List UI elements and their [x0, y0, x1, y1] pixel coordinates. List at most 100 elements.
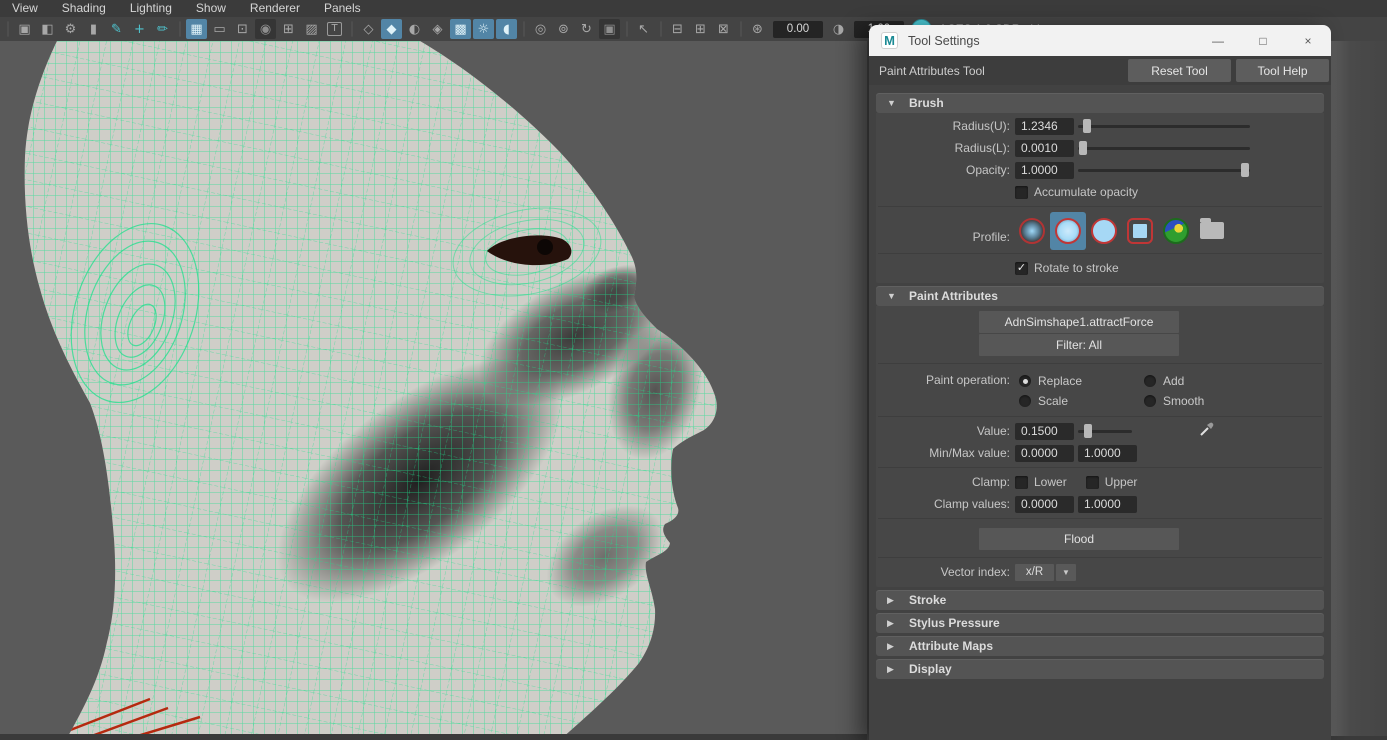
chevron-down-icon: ▼	[887, 291, 897, 301]
soft-icon	[1055, 218, 1081, 244]
radio-replace[interactable]: Replace	[1019, 374, 1144, 388]
soft-profile-button[interactable]	[1050, 212, 1086, 250]
flood-button[interactable]: Flood	[979, 528, 1179, 550]
square-profile-button[interactable]	[1122, 212, 1158, 250]
eyedropper-icon[interactable]	[1198, 420, 1216, 438]
opacity-slider[interactable]	[1078, 163, 1250, 177]
wireframe-mode-icon[interactable]: ◇	[358, 19, 379, 39]
solid-profile-button[interactable]	[1086, 212, 1122, 250]
isolate-select-icon[interactable]: ⊟	[667, 19, 688, 39]
image-plane-icon-glyph: ▨	[305, 22, 317, 37]
bookmark-icon[interactable]: ▮	[83, 19, 104, 39]
menu-show[interactable]: Show	[184, 0, 238, 17]
window-titlebar[interactable]: M Tool Settings — □ ×	[869, 25, 1331, 56]
menu-panels[interactable]: Panels	[312, 0, 373, 17]
radius-u-slider[interactable]	[1078, 119, 1250, 133]
menu-renderer[interactable]: Renderer	[238, 0, 312, 17]
brush-tool-icon[interactable]: ✎	[106, 19, 127, 39]
exposure-icon[interactable]: ⊛	[747, 19, 768, 39]
shadows-icon[interactable]: ◖	[496, 19, 517, 39]
ao-icon[interactable]: ◎	[530, 19, 551, 39]
use-all-lights-icon[interactable]: ▩	[450, 19, 471, 39]
menu-shading[interactable]: Shading	[50, 0, 118, 17]
camera-settings-icon-glyph: ⚙	[65, 22, 77, 37]
radio-add[interactable]: Add	[1144, 374, 1274, 388]
brush-content: Radius(U): 1.2346 Radius(L): 0.0010 Opac…	[876, 113, 1324, 283]
max-value-field[interactable]: 1.0000	[1078, 445, 1137, 462]
radius-l-field[interactable]: 0.0010	[1015, 140, 1074, 157]
pen-tool-icon[interactable]: ✏	[152, 19, 173, 39]
browse-profile-button[interactable]	[1194, 212, 1230, 250]
opacity-field[interactable]: 1.0000	[1015, 162, 1074, 179]
filter-button[interactable]: Filter: All	[979, 334, 1179, 356]
exposure-field[interactable]: 0.00	[773, 21, 823, 38]
section-stylus-pressure[interactable]: ▶Stylus Pressure	[876, 613, 1324, 633]
opacity-label: Opacity:	[876, 163, 1010, 177]
menu-lighting[interactable]: Lighting	[118, 0, 184, 17]
menu-bar: ViewShadingLightingShowRendererPanels	[0, 0, 1387, 17]
radio-smooth[interactable]: Smooth	[1144, 394, 1274, 408]
wireframe-mode-icon-glyph: ◇	[364, 22, 374, 37]
camera-icon[interactable]: ▣	[14, 19, 35, 39]
radius-u-field[interactable]: 1.2346	[1015, 118, 1074, 135]
shadows-icon-glyph: ◖	[503, 22, 510, 37]
camera-lock-icon[interactable]: ◧	[37, 19, 58, 39]
motion-blur-icon[interactable]: ⊚	[553, 19, 574, 39]
pan-zoom-tool-icon[interactable]: +	[129, 19, 150, 39]
camera-settings-icon[interactable]: ⚙	[60, 19, 81, 39]
vector-index-dropdown[interactable]: x/R	[1015, 564, 1054, 581]
menu-view[interactable]: View	[0, 0, 50, 17]
min-value-field[interactable]: 0.0000	[1015, 445, 1074, 462]
attribute-select-button[interactable]: AdnSimshape1.attractForce	[979, 311, 1179, 333]
resolution-gate-icon[interactable]: ⊡	[232, 19, 253, 39]
film-gate-icon-glyph: ▭	[213, 22, 225, 37]
chevron-down-icon[interactable]: ▼	[1056, 564, 1076, 581]
maya-application: ViewShadingLightingShowRendererPanels ▣ ◧…	[0, 0, 1387, 740]
image-profile-button[interactable]	[1158, 212, 1194, 250]
minimize-icon[interactable]: —	[1211, 34, 1225, 48]
section-attribute-maps[interactable]: ▶Attribute Maps	[876, 636, 1324, 656]
image-plane-icon[interactable]: ▨	[301, 19, 322, 39]
viewport-3d[interactable]: persp	[0, 41, 867, 740]
anti-alias-icon[interactable]: ↻	[576, 19, 597, 39]
head-mesh	[0, 41, 867, 740]
maximize-icon[interactable]: □	[1256, 34, 1270, 48]
tool-help-button[interactable]: Tool Help	[1236, 59, 1329, 82]
clamp-upper-checkbox[interactable]	[1086, 476, 1099, 489]
clamp-min-field[interactable]: 0.0000	[1015, 496, 1074, 513]
section-brush[interactable]: ▼ Brush	[876, 93, 1324, 113]
lighting-icon[interactable]: ☼	[473, 19, 494, 39]
grid-toggle-icon[interactable]: ▦	[186, 19, 207, 39]
film-gate-icon[interactable]: ▭	[209, 19, 230, 39]
section-display[interactable]: ▶Display	[876, 659, 1324, 679]
close-icon[interactable]: ×	[1301, 34, 1315, 48]
section-stroke[interactable]: ▶Stroke	[876, 590, 1324, 610]
clamp-lower-checkbox[interactable]	[1015, 476, 1028, 489]
material-sphere-icon[interactable]: ◐	[404, 19, 425, 39]
value-field[interactable]: 0.1500	[1015, 423, 1074, 440]
section-paint-attributes[interactable]: ▼ Paint Attributes	[876, 286, 1324, 306]
gamma-icon[interactable]: ◑	[828, 19, 849, 39]
radio-scale[interactable]: Scale	[1019, 394, 1144, 408]
textured-mode-icon[interactable]: ◈	[427, 19, 448, 39]
multi-pass-icon[interactable]: ▣	[599, 19, 620, 39]
toolbar-separator	[348, 20, 355, 38]
viewport-canvas[interactable]	[0, 41, 867, 740]
select-tool-icon-glyph: ↖	[638, 22, 649, 37]
background-panel	[1331, 25, 1387, 740]
reset-tool-button[interactable]: Reset Tool	[1128, 59, 1231, 82]
gate-mask-icon[interactable]: ◉	[255, 19, 276, 39]
value-slider[interactable]	[1078, 424, 1132, 438]
gaussian-profile-button[interactable]	[1014, 212, 1050, 250]
clamp-max-field[interactable]: 1.0000	[1078, 496, 1137, 513]
edit-region-icon[interactable]: ⊠	[713, 19, 734, 39]
radius-l-slider[interactable]	[1078, 141, 1250, 155]
rotate-to-stroke-checkbox[interactable]	[1015, 262, 1028, 275]
isolate-add-icon[interactable]: ⊞	[690, 19, 711, 39]
select-tool-icon[interactable]: ↖	[633, 19, 654, 39]
camera-lock-icon-glyph: ◧	[41, 22, 53, 37]
shaded-mode-icon[interactable]: ◆	[381, 19, 402, 39]
accumulate-opacity-checkbox[interactable]	[1015, 186, 1028, 199]
display-region-icon[interactable]: ⊞	[278, 19, 299, 39]
field-chart-icon[interactable]: T	[324, 19, 345, 39]
